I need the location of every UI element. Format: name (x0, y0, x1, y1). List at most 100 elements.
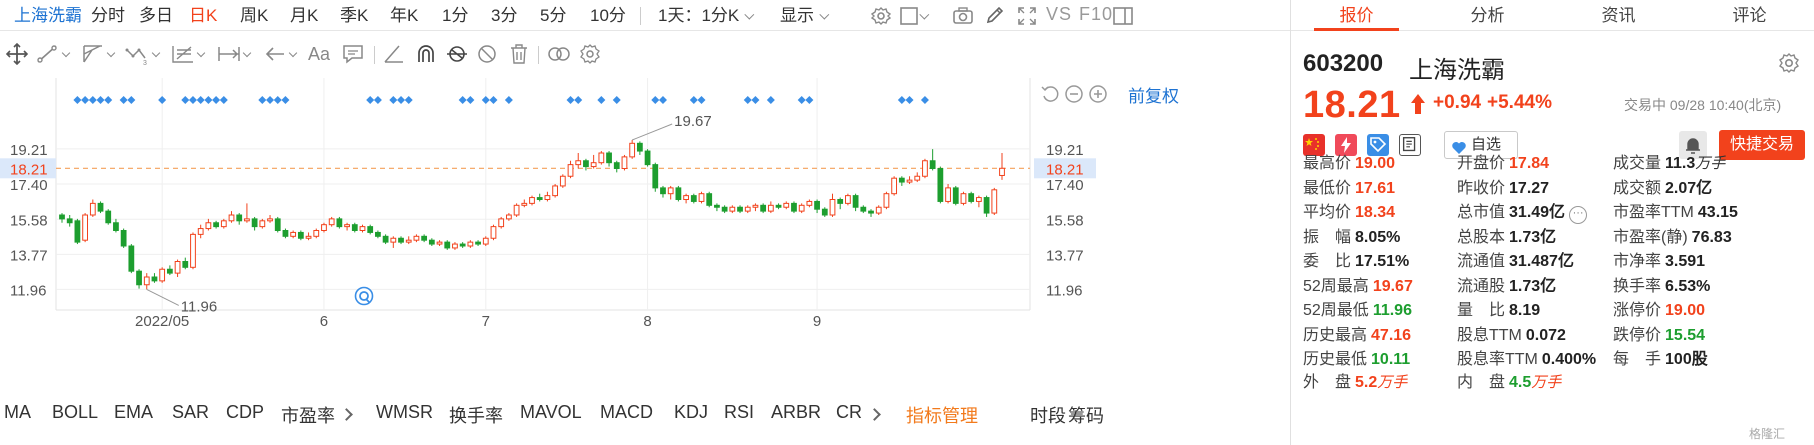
hide-drawings-icon[interactable] (474, 42, 500, 66)
trash-icon[interactable] (506, 42, 532, 66)
tab-news[interactable]: 资讯 (1553, 0, 1684, 31)
candle-body (336, 218, 343, 228)
indicator-boll[interactable]: BOLL (52, 402, 98, 423)
candle-body (991, 189, 998, 214)
chevron-down-icon[interactable] (288, 48, 298, 58)
chip-button[interactable]: 筹码 (1068, 402, 1104, 428)
square-toggle-dropdown[interactable] (914, 4, 930, 28)
chevron-right-icon[interactable] (868, 408, 881, 421)
lock-draw-icon[interactable] (444, 42, 470, 66)
tab-analysis[interactable]: 分析 (1422, 0, 1553, 31)
indicator-cdp[interactable]: CDP (226, 402, 264, 423)
wave-tool-icon[interactable]: 3 (124, 42, 150, 67)
range-select[interactable]: 1天：1分K (658, 4, 755, 28)
indicator-ma[interactable]: MA (4, 402, 31, 423)
zoom-in-icon[interactable] (1088, 84, 1108, 104)
zoom-out-icon[interactable] (1064, 84, 1084, 104)
arrow-up-icon (1409, 92, 1427, 116)
kline-svg[interactable]: 19.21 19.21 17.40 17.40 15.58 15.58 13.77 13.77… (0, 78, 1290, 398)
vs-compare-button[interactable]: VS (1046, 4, 1072, 25)
draw-settings-gear-icon[interactable] (577, 42, 603, 66)
chevron-down-icon[interactable] (196, 48, 206, 58)
arrow-left-icon[interactable] (262, 42, 288, 66)
settings-gear-icon[interactable] (870, 6, 892, 26)
event-marker-diamond (119, 96, 128, 104)
candle-body (806, 200, 813, 206)
candle-body (74, 220, 81, 243)
panel-toggle-icon[interactable] (1112, 6, 1134, 26)
stat-row: 成交量 11.3万手 (1613, 152, 1725, 176)
reset-icon[interactable] (1040, 84, 1060, 104)
candle-body (891, 177, 898, 195)
fib-tool-icon[interactable] (170, 42, 196, 66)
period-10min[interactable]: 10分 (590, 4, 626, 28)
candle-body (498, 218, 505, 228)
magnet-icon[interactable] (413, 42, 439, 66)
chevron-down-icon[interactable] (106, 48, 116, 58)
f10-button[interactable]: F10 (1079, 4, 1113, 25)
indicator-wmsr[interactable]: WMSR (376, 402, 433, 423)
quick-trade-button[interactable]: 快捷交易 (1719, 130, 1805, 160)
candle-body (714, 204, 720, 208)
event-marker-diamond (158, 96, 167, 104)
candle-body (675, 187, 682, 200)
indicator-cr[interactable]: CR (836, 402, 862, 423)
period-fenshi[interactable]: 分时 (91, 4, 125, 28)
channel-tool-icon[interactable] (80, 42, 106, 66)
comment-tool-icon[interactable] (340, 42, 366, 66)
indicator-turnover[interactable]: 换手率 (449, 402, 503, 428)
chevron-down-icon[interactable] (151, 48, 161, 58)
candle-body (190, 233, 196, 268)
indicator-rsi[interactable]: RSI (724, 402, 754, 423)
indicator-mavol[interactable]: MAVOL (520, 402, 582, 423)
chevron-down-icon[interactable] (61, 48, 71, 58)
panel-settings-gear-icon[interactable] (1778, 52, 1800, 74)
display-menu[interactable]: 显示 (780, 4, 830, 28)
timeshare-button[interactable]: 时段 (1030, 402, 1066, 428)
stat-label: 股息TTM (1457, 326, 1522, 344)
more-options-icon[interactable]: ··· (1569, 206, 1588, 224)
indicator-arbr[interactable]: ARBR (771, 402, 821, 423)
period-quarter-k[interactable]: 季K (340, 4, 368, 28)
camera-icon[interactable] (952, 6, 974, 26)
chevron-down-icon[interactable] (242, 48, 252, 58)
kline-chart[interactable]: 19.21 19.21 17.40 17.40 15.58 15.58 13.77 13.77… (0, 78, 1290, 398)
indicator-ema[interactable]: EMA (114, 402, 153, 423)
tab-comments[interactable]: 评论 (1684, 0, 1814, 31)
period-day-k[interactable]: 日K (189, 4, 217, 28)
chevron-right-icon[interactable] (340, 408, 353, 421)
event-marker-diamond (689, 96, 698, 104)
candle-body (698, 193, 705, 202)
indicator-macd[interactable]: MACD (600, 402, 653, 423)
period-week-k[interactable]: 周K (240, 4, 268, 28)
period-duori[interactable]: 多日 (139, 4, 173, 28)
indicator-manage[interactable]: 指标管理 (906, 402, 978, 428)
link-rings-icon[interactable] (546, 42, 572, 66)
indicator-kdj[interactable]: KDJ (674, 402, 708, 423)
measure-tool-icon[interactable] (216, 42, 242, 66)
candle-body (136, 270, 142, 286)
candle-body (143, 276, 150, 286)
stat-row: 历史最高 47.16 (1303, 324, 1411, 348)
ruler-angle-icon[interactable] (381, 42, 407, 66)
trend-line-icon[interactable] (34, 42, 60, 66)
stock-name-tab[interactable]: 上海洗霸 (14, 4, 82, 28)
period-5min[interactable]: 5分 (540, 4, 566, 28)
period-year-k[interactable]: 年K (390, 4, 418, 28)
indicator-sar[interactable]: SAR (172, 402, 209, 423)
indicator-pe[interactable]: 市盈率 (281, 402, 335, 428)
fuquan-button[interactable]: 前复权 (1128, 82, 1179, 107)
candle-body (937, 168, 944, 202)
fullscreen-icon[interactable] (1016, 6, 1038, 26)
tab-quote[interactable]: 报价 (1291, 0, 1422, 31)
text-tool-icon[interactable]: Aa (308, 44, 330, 65)
period-3min[interactable]: 3分 (491, 4, 517, 28)
candle-body (436, 241, 443, 245)
period-1min[interactable]: 1分 (442, 4, 468, 28)
y-tick-label: 11.96 (10, 282, 46, 299)
event-marker-icon[interactable] (354, 286, 374, 306)
pencil-icon[interactable] (984, 6, 1006, 26)
move-cross-icon[interactable] (4, 42, 30, 66)
period-month-k[interactable]: 月K (290, 4, 318, 28)
candle-body (660, 187, 666, 195)
